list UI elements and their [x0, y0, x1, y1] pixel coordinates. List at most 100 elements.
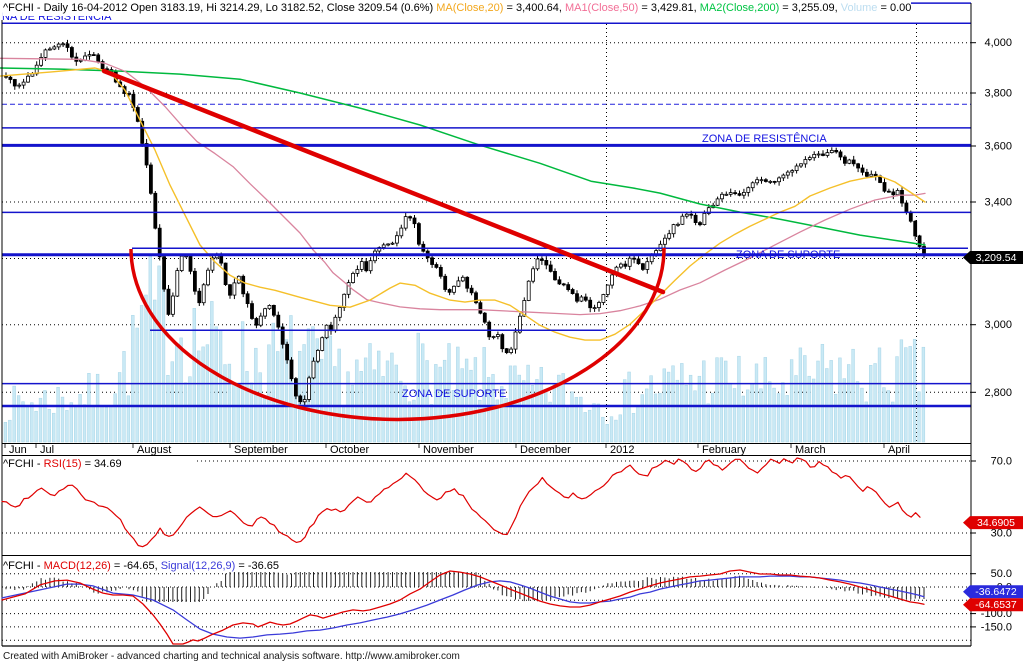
volume-bar [69, 402, 73, 443]
y-axis-label: 3,000 [984, 319, 1012, 331]
amibroker-footer: Created with AmiBroker - advanced charti… [3, 651, 460, 662]
volume-bar [434, 364, 438, 443]
candle [544, 259, 549, 266]
volume-bar [601, 416, 605, 443]
candle [887, 190, 891, 193]
volume-bar [161, 280, 166, 443]
macd-value-tag-text: -64.6537 [975, 599, 1017, 611]
candle [768, 180, 773, 183]
candle [434, 264, 439, 268]
volume-bar [579, 396, 583, 443]
candle [627, 257, 632, 267]
candle [781, 174, 786, 179]
candle [228, 284, 232, 296]
volume-bar [539, 367, 543, 443]
macd-axis-label: 50.0 [991, 568, 1012, 580]
volume-bar [179, 337, 183, 443]
volume-bar [671, 365, 675, 443]
volume-bar [517, 374, 521, 443]
candle [658, 243, 663, 252]
candle [188, 255, 193, 272]
candle [742, 191, 746, 196]
volume-bar [139, 305, 144, 443]
candle [438, 266, 443, 277]
volume-bar [728, 382, 732, 443]
candle [359, 261, 364, 270]
candle [56, 43, 61, 48]
candle [170, 295, 175, 315]
volume-bar [759, 388, 763, 443]
month-label: September [234, 444, 288, 456]
volume-bar [596, 403, 601, 443]
ma200-line [0, 67, 926, 246]
candle [26, 75, 30, 83]
candle [755, 179, 759, 184]
candle [17, 84, 22, 87]
volume-bar [425, 360, 429, 443]
candle [320, 337, 325, 351]
y-axis-label: 3,600 [984, 141, 1012, 153]
volume-bar [768, 381, 772, 443]
volume-bar [803, 355, 807, 443]
candle [91, 54, 96, 56]
volume-bar [535, 379, 539, 443]
volume-bar [605, 424, 609, 443]
month-label: Jul [40, 444, 54, 456]
candle [856, 163, 860, 169]
candle [399, 227, 404, 237]
month-label: March [795, 444, 826, 456]
candle [302, 399, 307, 403]
volume-bar [78, 394, 82, 443]
volume-bar [754, 363, 759, 443]
volume-bar [732, 388, 737, 443]
candle [289, 359, 294, 380]
candle [509, 348, 514, 354]
volume-bar [192, 308, 196, 443]
candle [443, 275, 448, 290]
volume-bar [95, 373, 100, 443]
candle [267, 304, 272, 310]
candle [645, 261, 650, 270]
ma200-value: = 3,255.09, [779, 2, 841, 14]
zone-label: ZONA DE SUPORTE [402, 388, 506, 400]
volume-bar [899, 339, 904, 443]
volume-bar [891, 401, 895, 443]
volume-bar [522, 380, 526, 443]
candle [561, 283, 566, 286]
volume-bar [43, 390, 47, 443]
volume-bar [570, 391, 574, 443]
volume-bar [131, 315, 135, 443]
candle [557, 279, 562, 285]
candle [812, 153, 817, 159]
candle [78, 59, 83, 62]
volume-bar [236, 385, 240, 443]
candle [799, 163, 803, 167]
candle [324, 324, 329, 339]
month-label: 2012 [610, 444, 634, 456]
volume-bar [574, 397, 579, 443]
volume-bar [429, 404, 434, 443]
amibroker-chart-canvas[interactable]: NA DE RESISTÊNCIAZONA DE RESISTÊNCIAZONA… [0, 0, 1024, 667]
candle [315, 349, 320, 362]
volume-bar [324, 334, 328, 443]
volume-bar [587, 409, 592, 443]
volume-bar [385, 360, 390, 443]
volume-bar [267, 344, 271, 443]
volume-bar [381, 376, 385, 443]
candle [447, 289, 452, 293]
candle [663, 237, 667, 245]
volume-bar [328, 335, 333, 443]
volume-bar [52, 412, 56, 443]
volume-bar [262, 396, 267, 443]
candle [416, 223, 421, 245]
candle [478, 302, 483, 314]
candle [504, 348, 509, 354]
volume-bar [126, 395, 131, 443]
candle [403, 216, 408, 229]
candle [276, 314, 281, 328]
volume-bar [680, 363, 684, 443]
volume-bar [183, 382, 188, 443]
volume-bar [218, 330, 223, 443]
candle [750, 182, 755, 189]
candle [891, 191, 896, 196]
